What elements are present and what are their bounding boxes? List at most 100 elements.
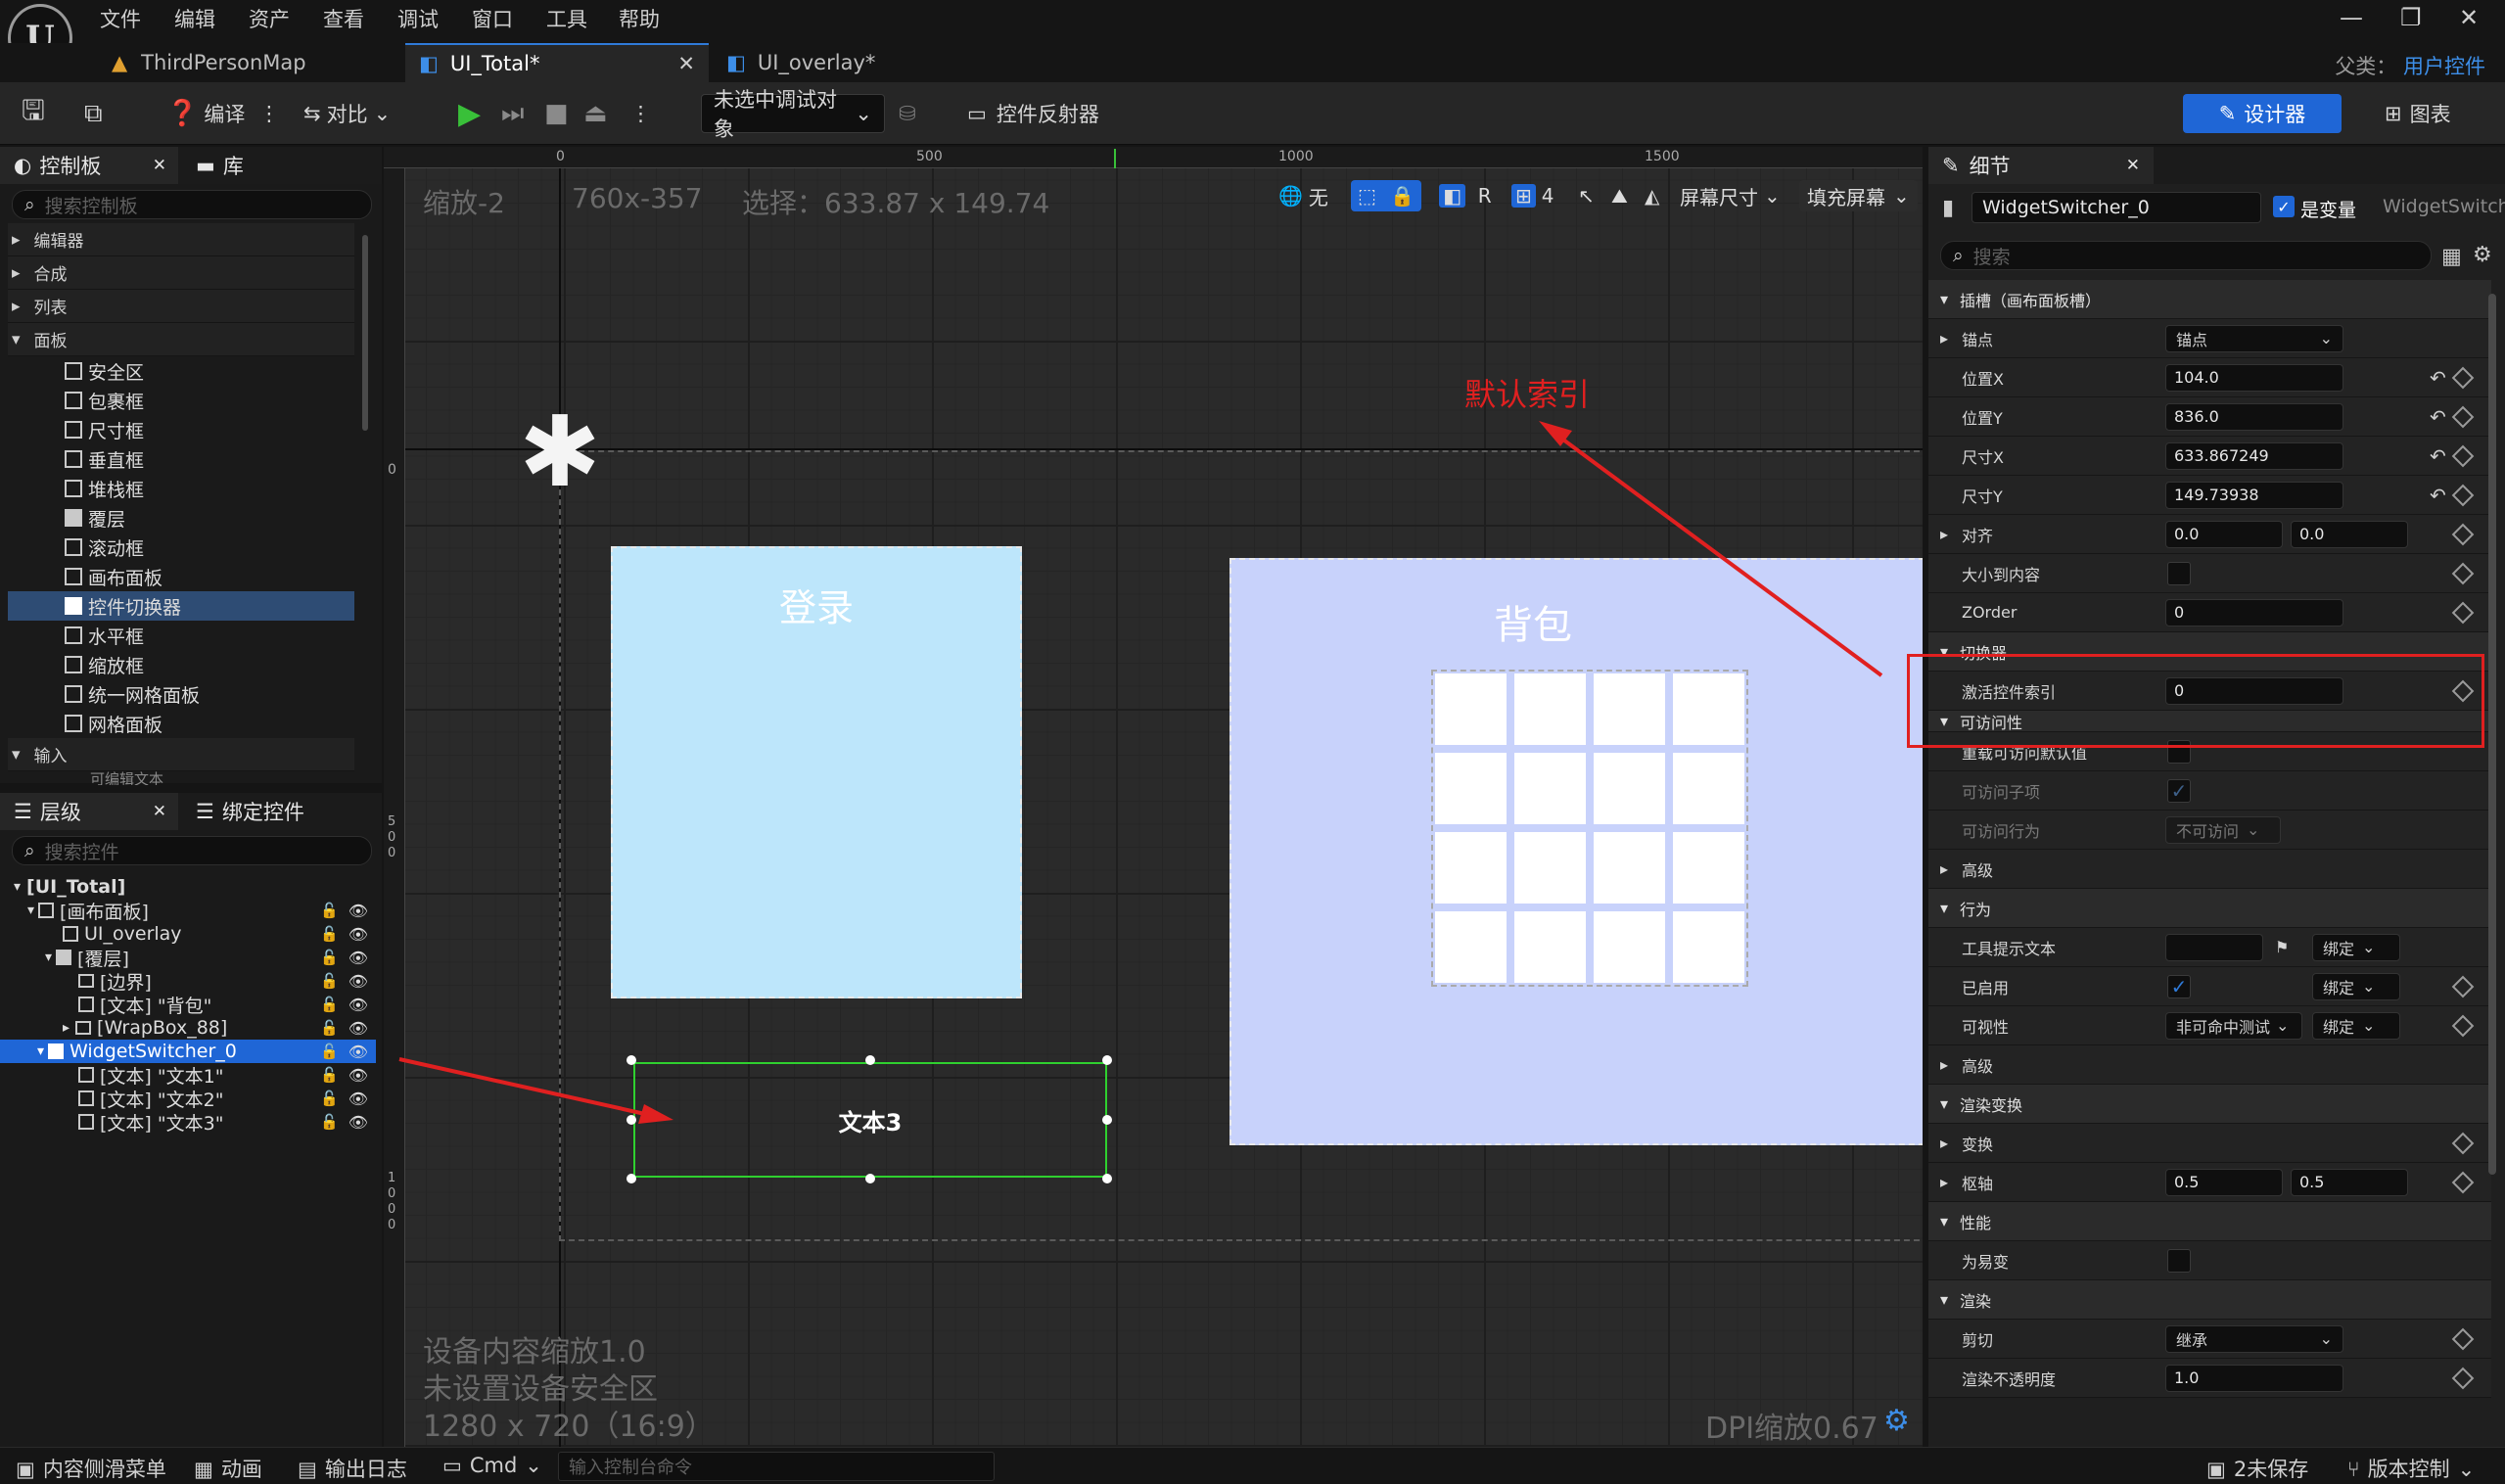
resize-handle[interactable] — [865, 1055, 875, 1065]
settings-gear-icon[interactable]: ⚙ — [2473, 243, 2492, 267]
hierarchy-row-ui-overlay[interactable]: UI_overlay 🔓 👁 — [8, 922, 376, 946]
reset-icon[interactable]: ↶ — [2430, 366, 2446, 390]
palette-search-input[interactable]: ⌕ 搜索控制板 — [12, 190, 372, 219]
palette-category-list[interactable]: ▸ 列表 — [8, 290, 354, 323]
clipping-dropdown[interactable]: 继承 ⌄ — [2165, 1324, 2343, 1353]
screen-size-dropdown[interactable]: 屏幕尺寸 ⌄ — [1680, 180, 1781, 211]
eye-icon[interactable]: 👁 — [348, 972, 368, 991]
tab-library[interactable]: ▬ 库 — [178, 151, 244, 180]
menu-tools[interactable]: 工具 — [546, 4, 587, 33]
palette-category-panel[interactable]: ▾ 面板 — [8, 323, 354, 356]
section-render-transform[interactable]: ▾ 渲染变换 — [1928, 1085, 2491, 1124]
localization-preview-button[interactable]: 🌐 无 — [1278, 180, 1328, 211]
resize-handle[interactable] — [626, 1055, 636, 1065]
widgetswitcher-selection[interactable]: 文本3 — [633, 1062, 1107, 1178]
unsaved-button[interactable]: ▣ 2未保存 — [2206, 1454, 2308, 1483]
outline-lock-toggle[interactable]: ⬚ 🔒 — [1351, 180, 1421, 211]
palette-item-sizebox[interactable]: 尺寸框 — [65, 415, 354, 444]
flag-icon[interactable]: ⚑ — [2275, 938, 2289, 956]
content-drawer-button[interactable]: ▣ 内容侧滑菜单 — [16, 1454, 166, 1483]
menu-edit[interactable]: 编辑 — [174, 4, 215, 33]
row-behavior-advanced[interactable]: ▸ 高级 — [1928, 1045, 2491, 1085]
resize-handle[interactable] — [626, 1115, 636, 1125]
animation-button[interactable]: ▦ 动画 — [194, 1454, 262, 1483]
anchors-dropdown[interactable]: 锚点 ⌄ — [2165, 324, 2343, 352]
console-command-input[interactable]: 输入控制台命令 — [558, 1452, 995, 1481]
resize-handle[interactable] — [1102, 1174, 1112, 1183]
lock-icon[interactable]: 🔓 — [320, 949, 339, 966]
play-options-icon[interactable]: ⋮ — [630, 94, 651, 133]
hierarchy-row-text2[interactable]: [文本] "文本2" 🔓 👁 — [8, 1087, 376, 1111]
menu-debug[interactable]: 调试 — [397, 4, 439, 33]
size-to-content-checkbox[interactable] — [2167, 561, 2191, 585]
keyframe-diamond-icon[interactable] — [2451, 405, 2475, 428]
tab-ui-total[interactable]: ◧ UI_Total* ✕ — [405, 43, 709, 82]
eye-icon[interactable]: 👁 — [348, 1113, 368, 1132]
menu-help[interactable]: 帮助 — [619, 4, 660, 33]
tab-bind-widgets[interactable]: ☰ 绑定控件 — [178, 797, 304, 826]
keyframe-diamond-icon[interactable] — [2451, 484, 2475, 506]
reset-icon[interactable]: ↶ — [2430, 484, 2446, 507]
lock-icon[interactable]: 🔓 — [320, 1066, 339, 1084]
keyframe-diamond-icon[interactable] — [2451, 1014, 2475, 1037]
palette-category-input[interactable]: ▾ 输入 — [8, 738, 354, 771]
resize-handle[interactable] — [1102, 1115, 1112, 1125]
backpack-panel[interactable]: 背包 — [1229, 558, 1923, 1145]
lock-icon[interactable]: 🔓 — [320, 925, 339, 943]
eye-icon[interactable]: 👁 — [348, 902, 368, 920]
debug-object-dropdown[interactable]: 未选中调试对象 ⌄ — [701, 88, 885, 141]
palette-scrollbar[interactable] — [362, 235, 368, 431]
widget-name-input[interactable]: WidgetSwitcher_0 — [1972, 192, 2261, 223]
hierarchy-row-overlay[interactable]: ▾ [覆层] 🔓 👁 — [8, 946, 376, 970]
keyframe-diamond-icon[interactable] — [2451, 601, 2475, 624]
palette-category-composite[interactable]: ▸ 合成 — [8, 256, 354, 290]
details-search-input[interactable]: ⌕ 搜索 — [1940, 241, 2432, 270]
section-rendering[interactable]: ▾ 渲染 — [1928, 1280, 2491, 1320]
keyframe-diamond-icon[interactable] — [2451, 562, 2475, 584]
palette-item-horizontalbox[interactable]: 水平框 — [65, 621, 354, 650]
lock-icon[interactable]: 🔓 — [320, 902, 339, 919]
chevron-right-icon[interactable]: ▸ — [1940, 525, 1948, 543]
palette-item-widgetswitcher[interactable]: 控件切换器 — [8, 591, 354, 621]
widget-reflector-button[interactable]: ▭ 控件反射器 — [967, 94, 1099, 133]
minimize-icon[interactable]: — — [2340, 4, 2363, 31]
more-options-icon[interactable]: ⋮ — [258, 102, 279, 125]
hierarchy-row-border[interactable]: [边界] 🔓 👁 — [8, 969, 376, 994]
graph-mode-button[interactable]: ⊞ 图表 — [2385, 94, 2451, 133]
eye-icon[interactable]: 👁 — [348, 1090, 368, 1108]
restore-icon[interactable]: ❐ — [2400, 4, 2422, 31]
accessible-behavior-dropdown[interactable]: 不可访问 ⌄ — [2165, 815, 2281, 844]
hierarchy-row-text3[interactable]: [文本] "文本3" 🔓 👁 — [8, 1110, 376, 1135]
eye-icon[interactable]: 👁 — [348, 1019, 368, 1038]
eye-icon[interactable]: 👁 — [348, 949, 368, 967]
pivot-y-input[interactable]: 0.5 — [2291, 1168, 2408, 1196]
is-variable-checkbox[interactable]: ✓ — [2273, 196, 2295, 217]
palette-item-verticalbox[interactable]: 垂直框 — [65, 444, 354, 474]
wrapbox-grid[interactable] — [1431, 670, 1748, 987]
anchor-gizmo-icon[interactable]: ✱ — [511, 403, 609, 501]
menu-file[interactable]: 文件 — [100, 4, 141, 33]
save-icon[interactable]: 🖫 — [22, 94, 45, 133]
keyframe-diamond-icon[interactable] — [2451, 1367, 2475, 1389]
palette-item-uniformgrid[interactable]: 统一网格面板 — [65, 679, 354, 709]
eye-icon[interactable]: 👁 — [348, 1043, 368, 1061]
hierarchy-row-text-backpack[interactable]: [文本] "背包" 🔓 👁 — [8, 993, 376, 1017]
menu-view[interactable]: 查看 — [323, 4, 364, 33]
render-opacity-input[interactable]: 1.0 — [2165, 1364, 2343, 1392]
debug-filter-icon[interactable]: ⛁ — [899, 94, 916, 133]
lock-icon[interactable]: 🔓 — [320, 996, 339, 1013]
alignment-x-input[interactable]: 0.0 — [2165, 520, 2283, 548]
play-icon[interactable]: ▶ — [458, 94, 481, 133]
close-tab-icon[interactable]: ✕ — [677, 52, 695, 75]
keyframe-diamond-icon[interactable] — [2451, 975, 2475, 997]
tab-ui-overlay[interactable]: ◧ UI_overlay* — [713, 43, 1016, 82]
lock-icon[interactable]: 🔓 — [320, 1019, 339, 1037]
lock-icon[interactable]: 🔓 — [320, 1043, 339, 1060]
lock-icon[interactable]: 🔓 — [320, 1090, 339, 1107]
background-image-icon[interactable]: ⛰ — [1611, 180, 1628, 211]
row-accessibility-advanced[interactable]: ▸ 高级 — [1928, 850, 2491, 889]
hierarchy-row-text1[interactable]: [文本] "文本1" 🔓 👁 — [8, 1063, 376, 1088]
resize-handle[interactable] — [865, 1174, 875, 1183]
chevron-right-icon[interactable]: ▸ — [1940, 1134, 1948, 1152]
close-window-icon[interactable]: ✕ — [2459, 4, 2479, 31]
